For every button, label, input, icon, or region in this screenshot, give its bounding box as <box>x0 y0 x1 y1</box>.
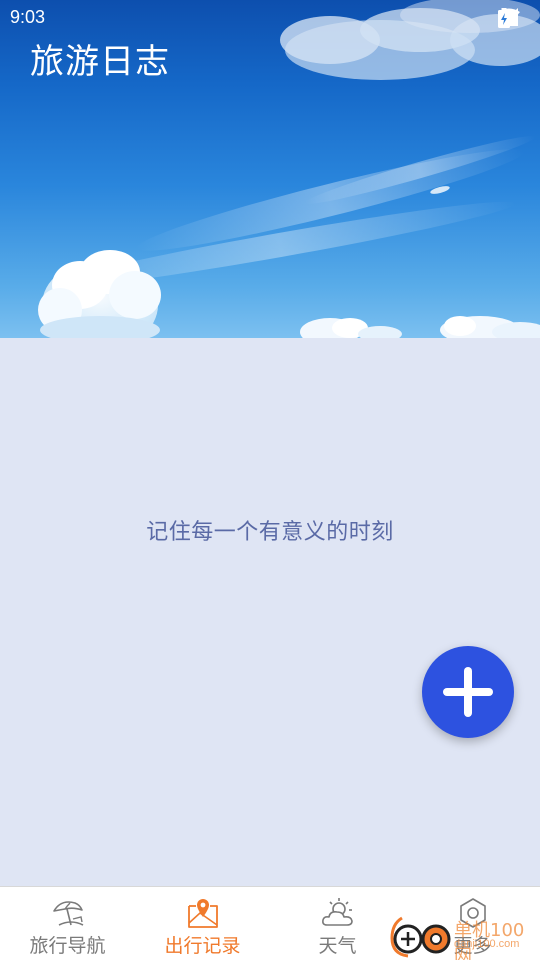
empty-state-message: 记住每一个有意义的时刻 <box>146 520 394 545</box>
watermark-logo: 单机100网 danji100.com <box>388 910 540 960</box>
plus-icon <box>443 667 493 717</box>
battery-charging-icon <box>498 8 510 28</box>
nav-label-weather: 天气 <box>318 935 357 957</box>
sky-header-image: 9:03 旅游日志 <box>0 0 540 338</box>
nav-tab-weather[interactable]: 天气 <box>270 887 405 960</box>
beach-umbrella-icon <box>52 901 83 926</box>
nav-tab-trip-records[interactable]: 出行记录 <box>135 887 270 960</box>
weather-cloud-sun-icon <box>321 898 353 926</box>
map-pin-icon <box>187 899 218 928</box>
app-root: 9:03 旅游日志 记住每一个有意义的时刻 旅行导航 出行记录 天气 更多 单机… <box>0 0 540 960</box>
watermark-emblem-icon <box>390 916 451 958</box>
watermark-url-text: danji100.com <box>454 938 520 950</box>
page-title: 旅游日志 <box>30 42 170 82</box>
status-time: 9:03 <box>10 7 46 27</box>
nav-tab-travel-guide[interactable]: 旅行导航 <box>0 887 135 960</box>
add-record-button[interactable] <box>422 646 514 738</box>
status-bar: 9:03 <box>0 0 540 34</box>
nav-label-trip-records: 出行记录 <box>164 935 241 957</box>
nav-label-travel-guide: 旅行导航 <box>29 935 106 957</box>
